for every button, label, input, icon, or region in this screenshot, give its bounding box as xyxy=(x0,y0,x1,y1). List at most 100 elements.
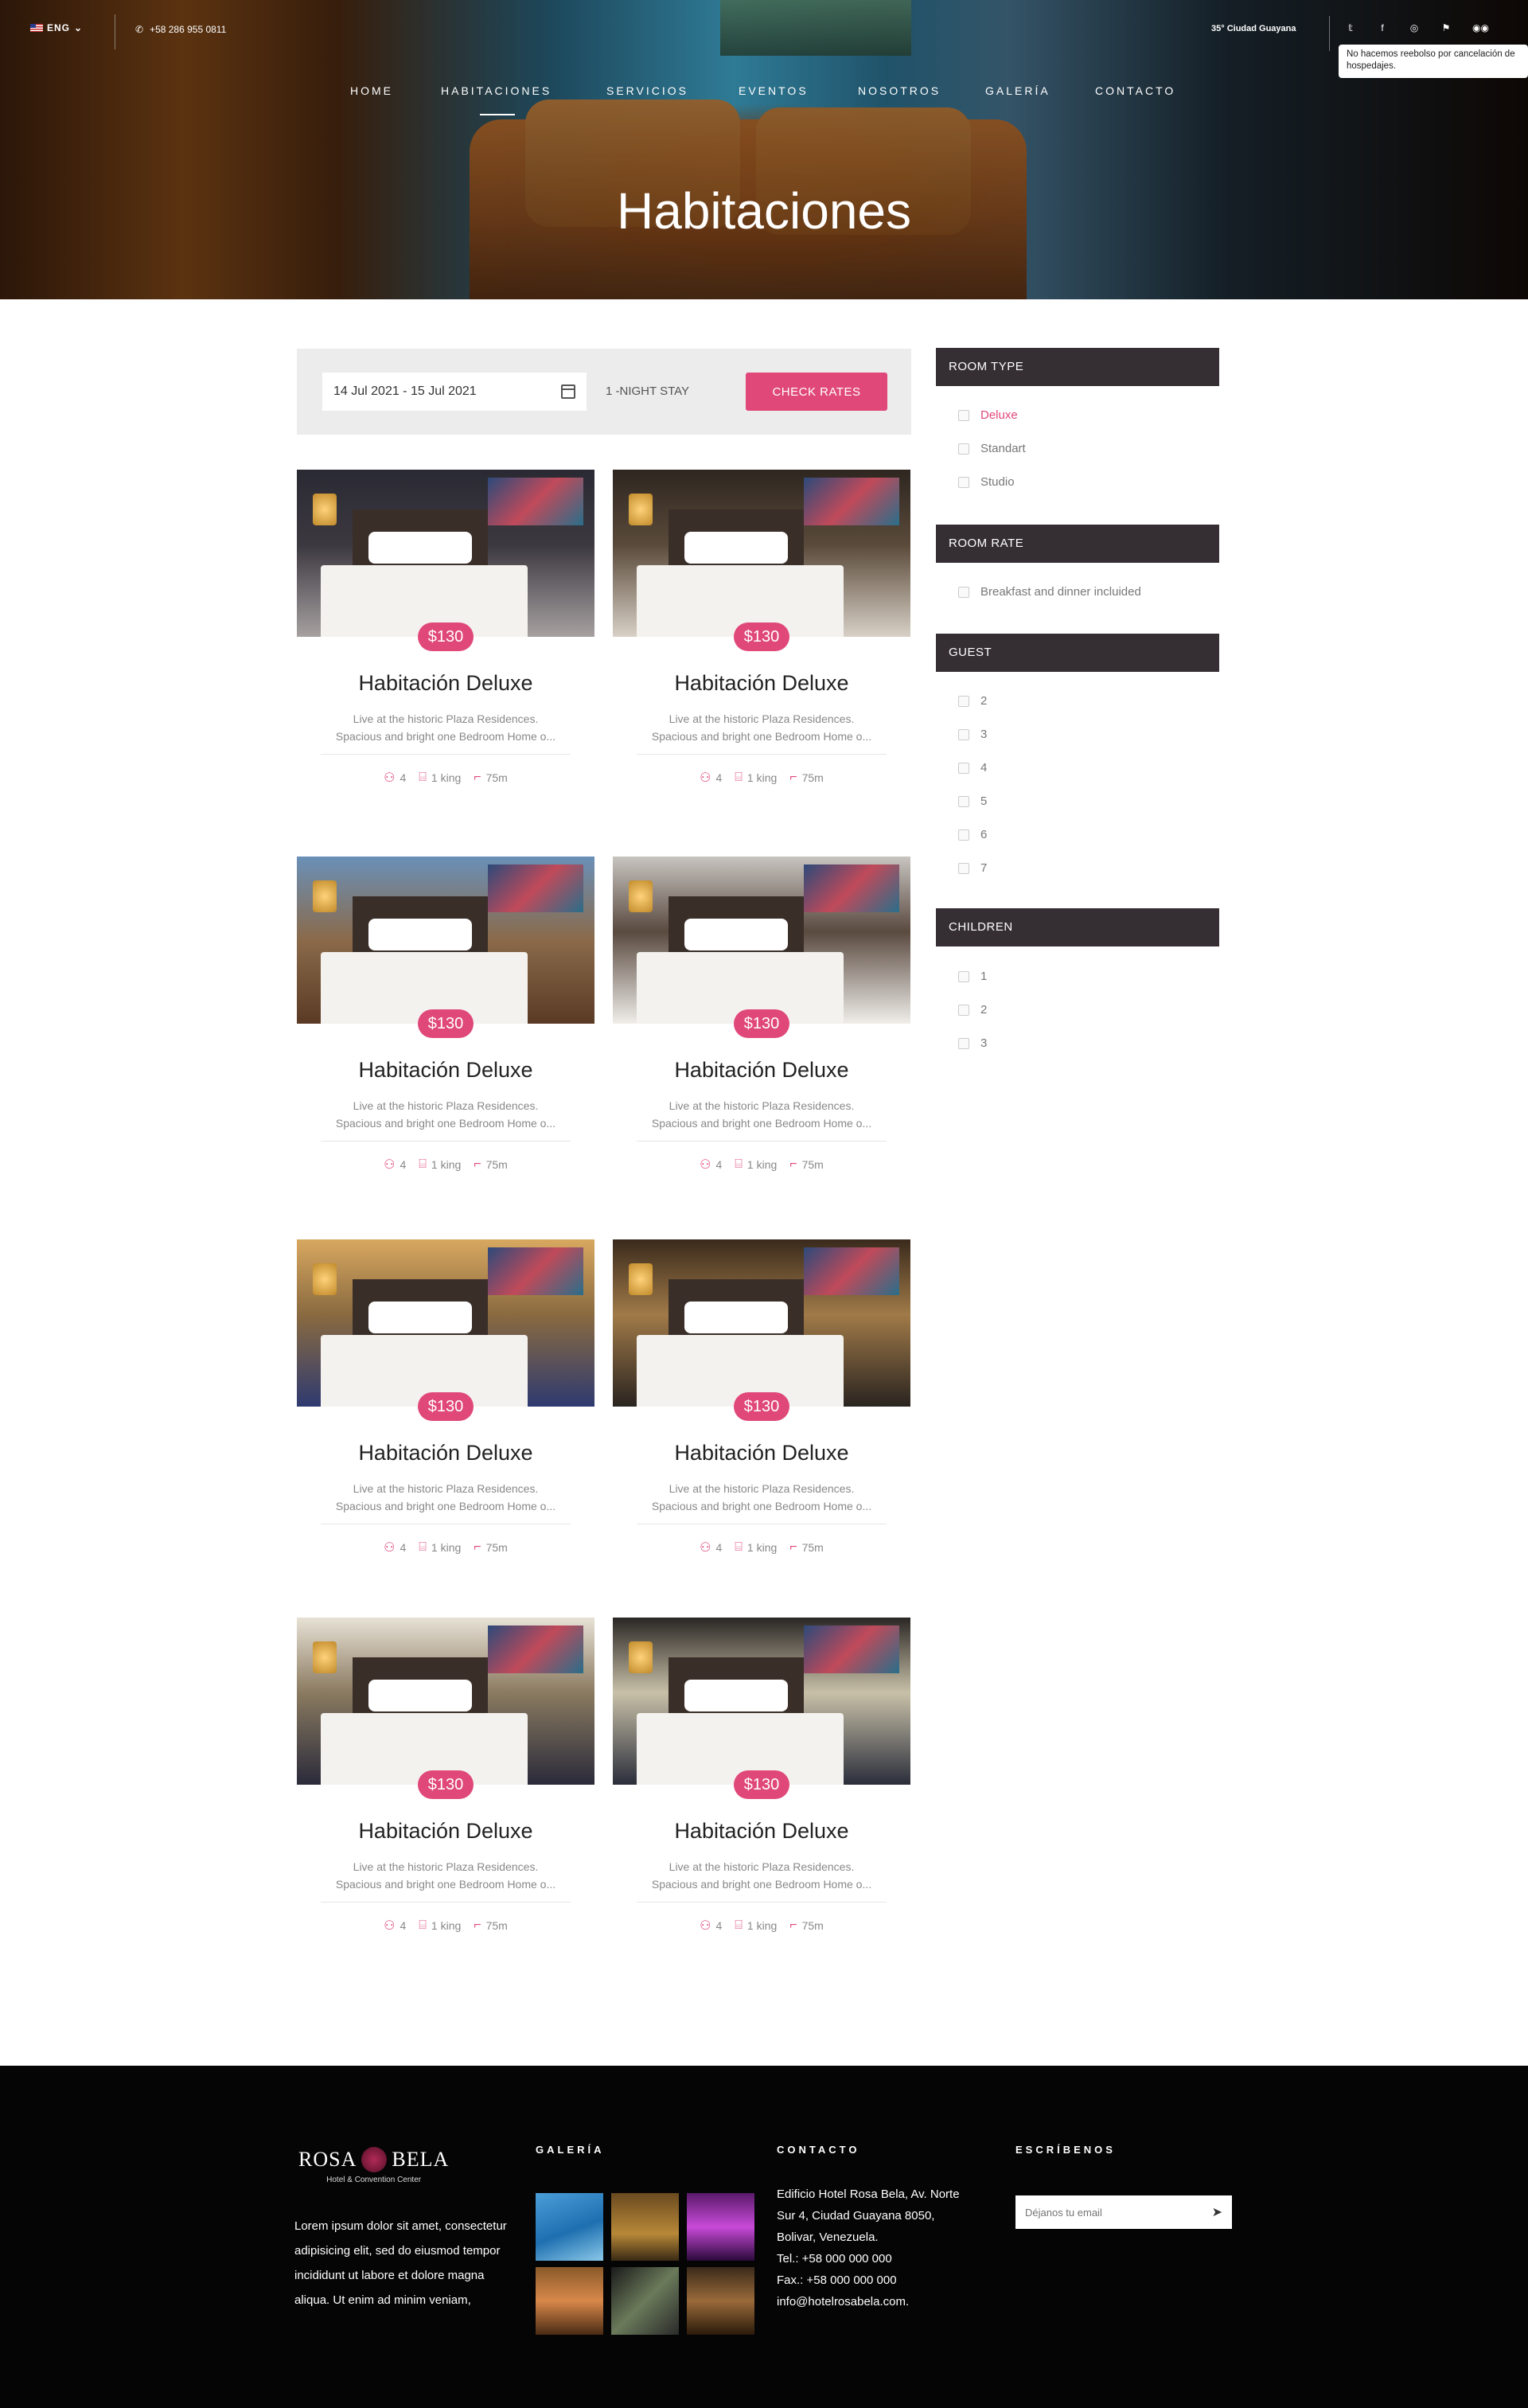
guest-count: 4 xyxy=(400,1919,407,1932)
date-range-field[interactable]: 14 Jul 2021 - 15 Jul 2021 xyxy=(322,373,587,411)
filter-guest-5[interactable]: 5 xyxy=(958,794,987,808)
email-input[interactable] xyxy=(1015,2195,1191,2229)
room-photo[interactable] xyxy=(613,1239,910,1407)
room-title[interactable]: Habitación Deluxe xyxy=(297,1058,594,1083)
footer-gallery-title: GALERÍA xyxy=(536,2144,605,2156)
checkbox[interactable] xyxy=(958,795,969,807)
filter-guest-3[interactable]: 3 xyxy=(958,728,987,741)
filter-guest-2[interactable]: 2 xyxy=(958,694,987,708)
room-title[interactable]: Habitación Deluxe xyxy=(613,1058,910,1083)
room-photo[interactable] xyxy=(297,470,594,637)
nav-galeria[interactable]: GALERÍA xyxy=(985,84,1050,97)
checkbox[interactable] xyxy=(958,695,969,707)
guest-icon: ⚇ xyxy=(384,771,396,785)
gallery-thumb[interactable] xyxy=(687,2193,754,2261)
room-photo[interactable] xyxy=(297,857,594,1024)
room-photo[interactable] xyxy=(297,1239,594,1407)
room-card[interactable]: $130 Habitación Deluxe Live at the histo… xyxy=(297,470,594,812)
us-flag-icon xyxy=(30,24,43,32)
room-card[interactable]: $130 Habitación Deluxe Live at the histo… xyxy=(297,857,594,1199)
checkbox[interactable] xyxy=(958,1004,969,1016)
room-card[interactable]: $130 Habitación Deluxe Live at the histo… xyxy=(297,1239,594,1582)
room-meta: ⚇ 4 ⌸ 1 king ⌐ 75m xyxy=(297,1918,594,1934)
gallery-thumb[interactable] xyxy=(611,2193,679,2261)
main-nav: HOME HABITACIONES SERVICIOS EVENTOS NOSO… xyxy=(0,84,1528,116)
checkbox[interactable] xyxy=(958,409,969,421)
tripadvisor-icon[interactable]: ◉◉ xyxy=(1472,22,1489,33)
room-title[interactable]: Habitación Deluxe xyxy=(613,1819,910,1844)
refund-notice: No hacemos reebolso por cancelación de h… xyxy=(1339,45,1528,78)
filter-children-3[interactable]: 3 xyxy=(958,1036,987,1050)
area-icon: ⌐ xyxy=(474,1540,481,1554)
room-title[interactable]: Habitación Deluxe xyxy=(297,1819,594,1844)
checkbox[interactable] xyxy=(958,862,969,874)
room-card[interactable]: $130 Habitación Deluxe Live at the histo… xyxy=(613,1618,910,1960)
twitter-icon[interactable]: 𝕥 xyxy=(1345,22,1356,33)
checkbox[interactable] xyxy=(958,829,969,841)
contact-phone[interactable]: Tel.: +58 000 000 000 xyxy=(777,2248,992,2269)
checkbox[interactable] xyxy=(958,443,969,455)
checkbox[interactable] xyxy=(958,970,969,982)
facebook-icon[interactable]: f xyxy=(1377,22,1388,33)
filter-option-breakfast[interactable]: Breakfast and dinner incluided xyxy=(958,585,1141,599)
filter-guest-6[interactable]: 6 xyxy=(958,828,987,841)
room-card[interactable]: $130 Habitación Deluxe Live at the histo… xyxy=(297,1618,594,1960)
room-photo[interactable] xyxy=(613,1618,910,1785)
chevron-down-icon: ⌄ xyxy=(74,22,84,33)
room-title[interactable]: Habitación Deluxe xyxy=(613,1441,910,1465)
filter-option-studio[interactable]: Studio xyxy=(958,475,1015,489)
guest-icon: ⚇ xyxy=(384,1541,396,1555)
footer xyxy=(0,2066,1528,2408)
contact-email[interactable]: info@hotelrosabela.com. xyxy=(777,2291,992,2312)
nav-nosotros[interactable]: NOSOTROS xyxy=(858,84,941,97)
check-rates-button[interactable]: CHECK RATES xyxy=(746,373,887,411)
bed-icon: ⌸ xyxy=(419,771,427,784)
language-selector[interactable]: ENG ⌄ xyxy=(30,22,83,33)
bed-type: 1 king xyxy=(431,1541,462,1554)
filter-children-2[interactable]: 2 xyxy=(958,1003,987,1017)
filter-guest-4[interactable]: 4 xyxy=(958,761,987,775)
room-card[interactable]: $130 Habitación Deluxe Live at the histo… xyxy=(613,857,910,1199)
checkbox[interactable] xyxy=(958,476,969,488)
checkbox[interactable] xyxy=(958,762,969,774)
room-card[interactable]: $130 Habitación Deluxe Live at the histo… xyxy=(613,1239,910,1582)
checkbox[interactable] xyxy=(958,586,969,598)
room-title[interactable]: Habitación Deluxe xyxy=(613,671,910,696)
room-title[interactable]: Habitación Deluxe xyxy=(297,1441,594,1465)
nav-habitaciones[interactable]: HABITACIONES xyxy=(441,84,552,97)
room-photo[interactable] xyxy=(613,857,910,1024)
nav-eventos[interactable]: EVENTOS xyxy=(739,84,809,97)
filter-option-standart[interactable]: Standart xyxy=(958,442,1026,455)
room-card[interactable]: $130 Habitación Deluxe Live at the histo… xyxy=(613,470,910,812)
gallery-thumb[interactable] xyxy=(687,2267,754,2335)
footer-logo[interactable]: ROSA BELA Hotel & Convention Center xyxy=(298,2147,449,2184)
room-meta: ⚇ 4 ⌸ 1 king ⌐ 75m xyxy=(613,1157,910,1173)
gallery-thumb[interactable] xyxy=(536,2193,603,2261)
phone-link[interactable]: ✆ +58 286 955 0811 xyxy=(135,24,226,35)
room-title[interactable]: Habitación Deluxe xyxy=(297,671,594,696)
checkbox[interactable] xyxy=(958,728,969,740)
nav-servicios[interactable]: SERVICIOS xyxy=(606,84,688,97)
nav-contacto[interactable]: CONTACTO xyxy=(1095,84,1175,97)
gallery-thumb[interactable] xyxy=(611,2267,679,2335)
room-photo[interactable] xyxy=(613,470,910,637)
price-badge: $130 xyxy=(734,1009,789,1038)
room-size: 75m xyxy=(485,1541,508,1554)
footer-contact-title: CONTACTO xyxy=(777,2144,860,2156)
foursquare-icon[interactable]: ⚑ xyxy=(1440,22,1452,33)
filter-guest-7[interactable]: 7 xyxy=(958,861,987,875)
nav-home[interactable]: HOME xyxy=(350,84,393,97)
instagram-icon[interactable]: ◎ xyxy=(1409,22,1420,33)
price-badge: $130 xyxy=(734,622,789,651)
area-icon: ⌐ xyxy=(789,1157,797,1171)
send-icon[interactable]: ➤ xyxy=(1212,2204,1222,2220)
filter-option-deluxe[interactable]: Deluxe xyxy=(958,408,1018,422)
checkbox[interactable] xyxy=(958,1037,969,1049)
room-photo[interactable] xyxy=(297,1618,594,1785)
guest-count: 4 xyxy=(715,1541,723,1554)
guest-count: 4 xyxy=(400,1541,407,1554)
filter-children-1[interactable]: 1 xyxy=(958,970,987,983)
room-description: Live at the historic Plaza Residences. S… xyxy=(651,1099,872,1130)
gallery-thumb[interactable] xyxy=(536,2267,603,2335)
room-description: Live at the historic Plaza Residences. S… xyxy=(335,1099,556,1130)
